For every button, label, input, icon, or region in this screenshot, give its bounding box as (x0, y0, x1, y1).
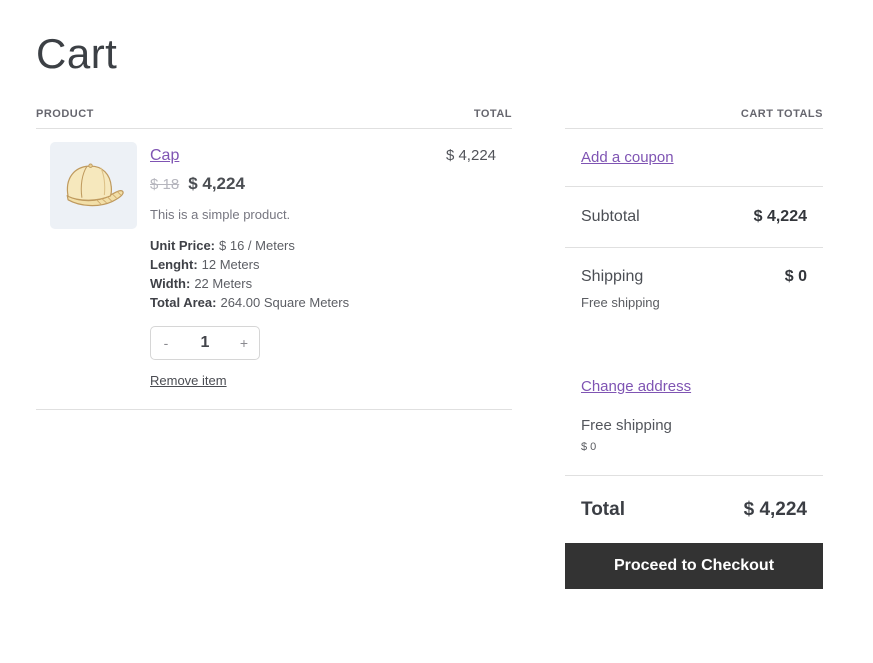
grand-total-section: Total $ 4,224 (565, 476, 823, 543)
product-current-price: $ 4,224 (188, 174, 245, 193)
cap-product-image (66, 163, 124, 206)
attribute-label: Unit Price: (150, 238, 216, 253)
shipping-section: Shipping $ 0 Free shipping Change addres… (565, 248, 823, 476)
cart-item-row: Cap $ 18 $ 4,224 This is a simple produc… (36, 129, 512, 410)
cart-table-header: PRODUCT TOTAL (36, 108, 512, 129)
cart-layout: PRODUCT TOTAL Cap $ 18 $ 4,224 This is a… (36, 108, 837, 589)
product-attributes: Unit Price: $ 16 / Meters Lenght: 12 Meter… (150, 236, 512, 312)
product-price-line: $ 18 $ 4,224 (150, 174, 512, 194)
subtotal-label: Subtotal (581, 208, 640, 225)
change-address-link[interactable]: Change address (581, 378, 691, 395)
shipping-row: Shipping $ 0 (581, 268, 807, 286)
attribute-label: Width: (150, 276, 191, 291)
cart-page: Cart PRODUCT TOTAL Cap $ 18 $ 4,224 This… (0, 0, 873, 663)
attribute-value: 264.00 Square Meters (220, 295, 350, 310)
product-description: This is a simple product. (150, 207, 291, 222)
product-old-price: $ 18 (150, 176, 180, 193)
product-column-header: PRODUCT (36, 108, 94, 120)
grand-total-value: $ 4,224 (743, 499, 807, 520)
add-coupon-link[interactable]: Add a coupon (581, 149, 674, 166)
product-thumbnail[interactable] (50, 142, 137, 229)
grand-total-label: Total (581, 499, 625, 520)
quantity-input[interactable] (181, 327, 229, 359)
product-name-link[interactable]: Cap (150, 147, 179, 165)
attribute-width: Width: 22 Meters (150, 274, 512, 293)
cart-totals-section: CART TOTALS Add a coupon Subtotal $ 4,22… (565, 108, 823, 589)
subtotal-row: Subtotal $ 4,224 (581, 208, 807, 226)
cart-items-section: PRODUCT TOTAL Cap $ 18 $ 4,224 This is a… (36, 108, 512, 410)
attribute-total-area: Total Area: 264.00 Square Meters (150, 293, 512, 312)
attribute-length: Lenght: 12 Meters (150, 255, 512, 274)
remove-item-link[interactable]: Remove item (150, 373, 227, 388)
change-address-wrap: Change address (581, 378, 807, 396)
attribute-label: Total Area: (150, 295, 217, 310)
page-title: Cart (36, 30, 118, 77)
shipping-value: $ 0 (784, 268, 807, 285)
total-column-header: TOTAL (473, 108, 512, 120)
line-item-total: $ 4,224 (445, 147, 496, 164)
quantity-decrease-button[interactable]: - (151, 327, 181, 359)
shipping-note: Free shipping (581, 295, 660, 310)
attribute-value: 12 Meters (201, 257, 260, 272)
coupon-section: Add a coupon (565, 129, 823, 187)
attribute-value: $ 16 / Meters (219, 238, 295, 253)
shipping-method-price: $ 0 (581, 441, 597, 453)
quantity-stepper: - + (150, 326, 260, 360)
subtotal-value: $ 4,224 (753, 208, 807, 225)
grand-total-row: Total $ 4,224 (581, 499, 807, 521)
product-details: Cap $ 18 $ 4,224 This is a simple produc… (150, 142, 512, 390)
proceed-to-checkout-button[interactable]: Proceed to Checkout (565, 543, 823, 589)
attribute-label: Lenght: (150, 257, 198, 272)
shipping-method: Free shipping (581, 417, 672, 434)
cart-totals-column-header: CART TOTALS (740, 108, 823, 120)
attribute-unit-price: Unit Price: $ 16 / Meters (150, 236, 512, 255)
cart-totals-header: CART TOTALS (565, 108, 823, 129)
attribute-value: 22 Meters (194, 276, 253, 291)
subtotal-section: Subtotal $ 4,224 (565, 187, 823, 248)
quantity-increase-button[interactable]: + (229, 327, 259, 359)
shipping-label: Shipping (581, 268, 644, 285)
